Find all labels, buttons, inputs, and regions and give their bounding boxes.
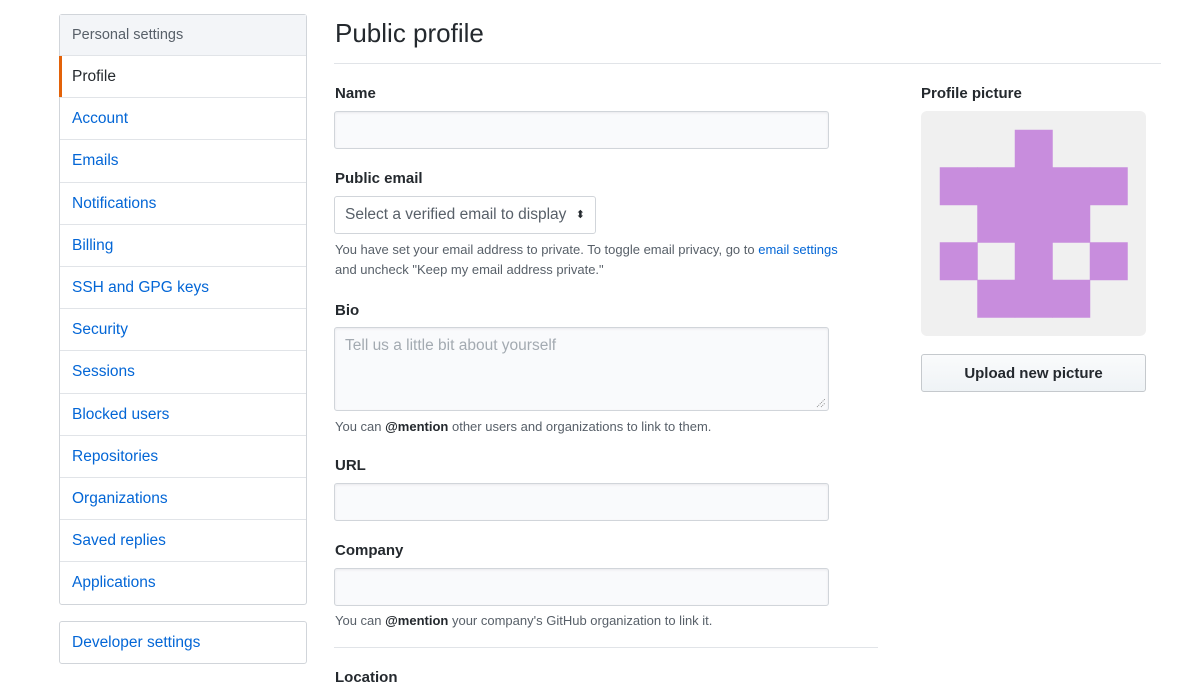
sidebar-item-emails[interactable]: Emails	[60, 140, 306, 183]
sidebar-item-sessions[interactable]: Sessions	[60, 351, 306, 394]
profile-picture-label: Profile picture	[921, 85, 1022, 102]
url-label: URL	[335, 457, 366, 474]
sidebar-heading: Personal settings	[60, 15, 306, 56]
location-label: Location	[335, 669, 398, 686]
company-note-prefix: You can	[335, 613, 386, 628]
sidebar-item-profile[interactable]: Profile	[59, 56, 306, 99]
bio-note-mention: @mention	[385, 419, 449, 434]
sidebar-item-security[interactable]: Security	[60, 309, 306, 352]
identicon-cell	[1014, 204, 1053, 243]
identicon-cell	[977, 204, 1016, 243]
identicon-cell	[1089, 242, 1128, 281]
identicon-cell	[977, 279, 1016, 318]
identicon-cell	[1014, 242, 1053, 281]
sidebar-item-repositories[interactable]: Repositories	[60, 436, 306, 478]
sidebar-item-saved-replies[interactable]: Saved replies	[60, 520, 306, 563]
upload-new-picture-button[interactable]: Upload new picture	[921, 354, 1146, 392]
email-settings-link[interactable]: email settings	[758, 242, 837, 257]
public-email-note-text-2: and uncheck "Keep my email address priva…	[335, 262, 604, 277]
identicon-cell	[1014, 167, 1053, 206]
name-input[interactable]	[334, 111, 829, 149]
bio-note-prefix: You can	[335, 419, 386, 434]
identicon-cell	[1052, 167, 1091, 206]
identicon-cell	[1014, 129, 1053, 168]
bio-textarea[interactable]	[334, 327, 829, 411]
sidebar-item-notifications[interactable]: Notifications	[60, 183, 306, 225]
identicon-image	[939, 129, 1128, 318]
sidebar-item-blocked-users[interactable]: Blocked users	[60, 394, 306, 436]
identicon-cell	[1089, 167, 1128, 206]
identicon-cell	[1052, 279, 1091, 318]
title-divider	[334, 63, 1161, 64]
select-arrows-icon: ⬍	[575, 209, 585, 221]
avatar	[921, 111, 1146, 336]
sidebar-item-account[interactable]: Account	[60, 98, 306, 141]
public-email-selected: Select a verified email to display	[345, 206, 567, 223]
public-email-select[interactable]: Select a verified email to display ⬍	[334, 196, 596, 234]
company-note-suffix: your company's GitHub organization to li…	[448, 613, 713, 628]
sidebar-item-applications[interactable]: Applications	[60, 562, 306, 604]
resize-grip-icon[interactable]	[816, 398, 826, 408]
public-email-note: You have set your email address to priva…	[335, 240, 875, 280]
form-divider	[334, 647, 878, 648]
company-label: Company	[335, 542, 404, 559]
url-input[interactable]	[334, 483, 829, 521]
sidebar-item-organizations[interactable]: Organizations	[60, 478, 306, 521]
identicon-cell	[1014, 279, 1053, 318]
bio-label: Bio	[335, 302, 360, 319]
identicon-cell	[939, 242, 978, 281]
identicon-cell	[1052, 204, 1091, 243]
bio-note-suffix: other users and organizations to link to…	[448, 419, 712, 434]
name-label: Name	[335, 85, 376, 102]
company-note: You can @mention your company's GitHub o…	[335, 611, 712, 631]
company-note-mention: @mention	[385, 613, 449, 628]
settings-sidebar: Personal settings Profile Account Emails…	[59, 14, 307, 606]
sidebar-item-developer-settings[interactable]: Developer settings	[60, 622, 306, 663]
sidebar-item-ssh-gpg-keys[interactable]: SSH and GPG keys	[60, 267, 306, 310]
developer-settings-menu: Developer settings	[59, 621, 307, 664]
identicon-cell	[939, 167, 978, 206]
identicon-cell	[977, 167, 1016, 206]
sidebar-item-billing[interactable]: Billing	[60, 225, 306, 267]
page-title: Public profile	[335, 18, 484, 48]
public-email-note-text: You have set your email address to priva…	[335, 242, 759, 257]
public-email-label: Public email	[335, 170, 423, 187]
bio-note: You can @mention other users and organiz…	[335, 417, 711, 437]
company-input[interactable]	[334, 568, 829, 606]
